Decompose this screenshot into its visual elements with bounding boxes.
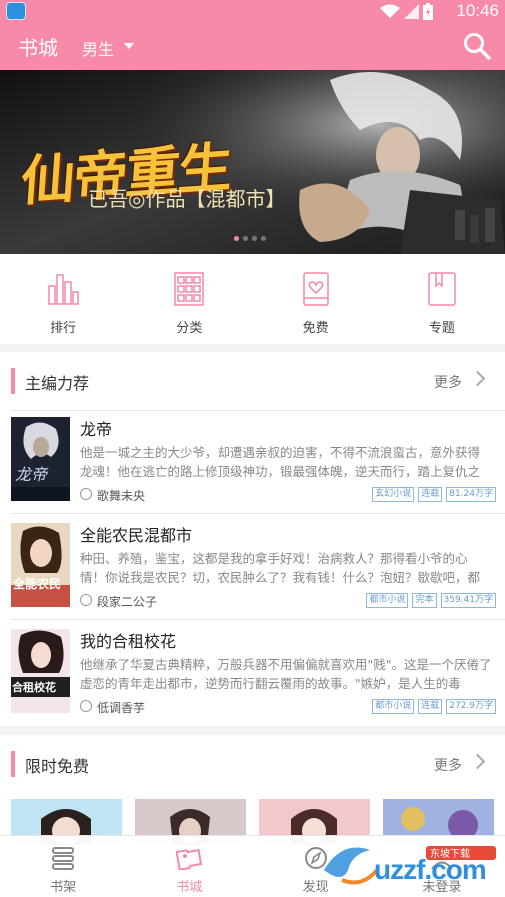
divider xyxy=(11,619,505,620)
page-title: 书城 xyxy=(18,36,58,60)
genre-tag: 都市小说 xyxy=(366,593,409,608)
author-icon xyxy=(80,488,92,500)
wordcount-tag: 272.9万字 xyxy=(446,699,496,714)
chevron-right-icon[interactable] xyxy=(469,370,486,387)
status-bar: 10:46 xyxy=(0,0,505,23)
editor-picks-section: 主编力荐 更多 龙帝 龙帝 他是一城之主的大少爷，却遭遇亲叔的迫害，不得不流浪蛮… xyxy=(0,352,505,726)
book-author: 段家二公子 xyxy=(97,595,158,609)
bottom-nav-bookstore[interactable]: 书城 xyxy=(126,836,252,897)
status-tag: 连载 xyxy=(418,699,443,714)
watermark-badge: 东坡下载 xyxy=(430,849,470,860)
book-tags: 玄幻小说 连载 81.24万字 xyxy=(372,487,496,502)
chevron-right-icon[interactable] xyxy=(469,753,486,770)
author-icon xyxy=(80,594,92,606)
book-cover: 龙帝 xyxy=(11,417,70,501)
top-app-bar: 书城 男生 xyxy=(0,23,505,70)
genre-tag: 都市小说 xyxy=(372,699,415,714)
book-description: 种田、养殖，鉴宝，这都是我的拿手好戏！治病救人？那得看小爷的心情！你说我是农民？… xyxy=(80,551,481,585)
book-author: 歌舞未央 xyxy=(97,489,146,503)
status-tag: 完本 xyxy=(412,593,437,608)
search-icon[interactable] xyxy=(463,32,491,60)
section-title: 限时免费 xyxy=(25,757,90,776)
more-link[interactable]: 更多 xyxy=(434,755,462,775)
book-list-item[interactable]: 龙帝 龙帝 他是一城之主的大少爷，却遭遇亲叔的迫害，不得不流浪蛮古，意外获得龙魂… xyxy=(0,412,505,518)
banner-subtitle: 已吾◎作品【混都市】 xyxy=(88,187,286,211)
banner-pager[interactable] xyxy=(234,236,266,241)
section-header: 限时免费 更多 xyxy=(0,735,505,793)
section-accent-bar xyxy=(11,751,15,777)
cover-title: 龙帝 xyxy=(15,465,48,484)
more-link[interactable]: 更多 xyxy=(434,372,462,392)
quick-nav-free[interactable]: 免费 xyxy=(253,254,379,344)
book-cover: 全能农民 xyxy=(11,523,70,607)
book-description: 他继承了华夏古典精粹，万般兵器不用偏偏就喜欢用"贱"。这是一个厌倦了虚恋的青年走… xyxy=(80,657,492,691)
book-title: 我的合租校花 xyxy=(80,632,177,651)
topic-icon xyxy=(428,272,456,306)
genre-tag: 玄幻小说 xyxy=(372,487,415,502)
author-icon xyxy=(80,700,92,712)
divider xyxy=(11,513,505,514)
pager-dot[interactable] xyxy=(252,236,257,241)
system-icons xyxy=(380,3,433,20)
quick-nav-topic[interactable]: 专题 xyxy=(379,254,505,344)
wordcount-tag: 359.41万字 xyxy=(440,593,496,608)
quick-nav: 排行 分类 免费 专题 xyxy=(0,254,505,344)
bottom-nav-label: 书城 xyxy=(176,880,203,895)
clock: 10:46 xyxy=(456,1,499,20)
signal-icon xyxy=(404,4,419,19)
category-icon xyxy=(174,272,205,306)
wifi-icon xyxy=(380,4,400,18)
bookshelf-icon xyxy=(52,847,75,870)
gender-filter-dropdown[interactable]: 男生 xyxy=(82,36,114,60)
battery-icon xyxy=(423,3,433,20)
ranking-icon xyxy=(48,274,79,305)
quick-nav-label: 免费 xyxy=(302,321,329,336)
section-header: 主编力荐 更多 xyxy=(0,352,505,410)
book-list-item[interactable]: 全能农民 全能农民混都市 种田、养殖，鉴宝，这都是我的拿手好戏！治病救人？那得看… xyxy=(0,518,505,624)
book-description: 他是一城之主的大少爷，却遭遇亲叔的迫害，不得不流浪蛮古，意外获得龙魂！他在逃亡的… xyxy=(80,445,481,479)
cover-title: 全能农民 xyxy=(13,577,62,591)
pager-dot[interactable] xyxy=(261,236,266,241)
book-title: 龙帝 xyxy=(80,420,113,439)
quick-nav-label: 专题 xyxy=(428,321,455,336)
section-title: 主编力荐 xyxy=(25,374,90,393)
wordcount-tag: 81.24万字 xyxy=(446,487,496,502)
book-cover: 合租校花 xyxy=(11,629,70,713)
free-book-icon xyxy=(302,272,329,306)
app-notification-icon xyxy=(6,2,26,20)
divider xyxy=(11,410,505,411)
quick-nav-label: 排行 xyxy=(50,321,77,336)
bottom-nav-bookshelf[interactable]: 书架 xyxy=(0,836,126,897)
book-tags: 都市小说 连载 272.9万字 xyxy=(372,699,496,714)
site-watermark: uzzf.com 东坡下载 xyxy=(322,840,502,890)
quick-nav-label: 分类 xyxy=(176,321,203,336)
bookstore-icon xyxy=(176,849,203,870)
quick-nav-ranking[interactable]: 排行 xyxy=(0,254,126,344)
promo-banner[interactable]: 仙帝重生 已吾◎作品【混都市】 xyxy=(0,70,505,254)
book-tags: 都市小说 完本 359.41万字 xyxy=(366,593,496,608)
book-list-item[interactable]: 合租校花 我的合租校花 他继承了华夏古典精粹，万般兵器不用偏偏就喜欢用"贱"。这… xyxy=(0,624,505,730)
chevron-down-icon[interactable] xyxy=(124,43,134,49)
book-title: 全能农民混都市 xyxy=(80,526,193,545)
section-accent-bar xyxy=(11,368,15,394)
book-author: 低调香芋 xyxy=(97,701,146,715)
limited-free-section: 限时免费 更多 xyxy=(0,735,505,845)
pager-dot[interactable] xyxy=(243,236,248,241)
pager-dot[interactable] xyxy=(234,236,239,241)
status-tag: 连载 xyxy=(418,487,443,502)
cover-title: 合租校花 xyxy=(12,681,56,694)
bottom-nav-label: 书架 xyxy=(50,880,77,895)
quick-nav-category[interactable]: 分类 xyxy=(126,254,252,344)
